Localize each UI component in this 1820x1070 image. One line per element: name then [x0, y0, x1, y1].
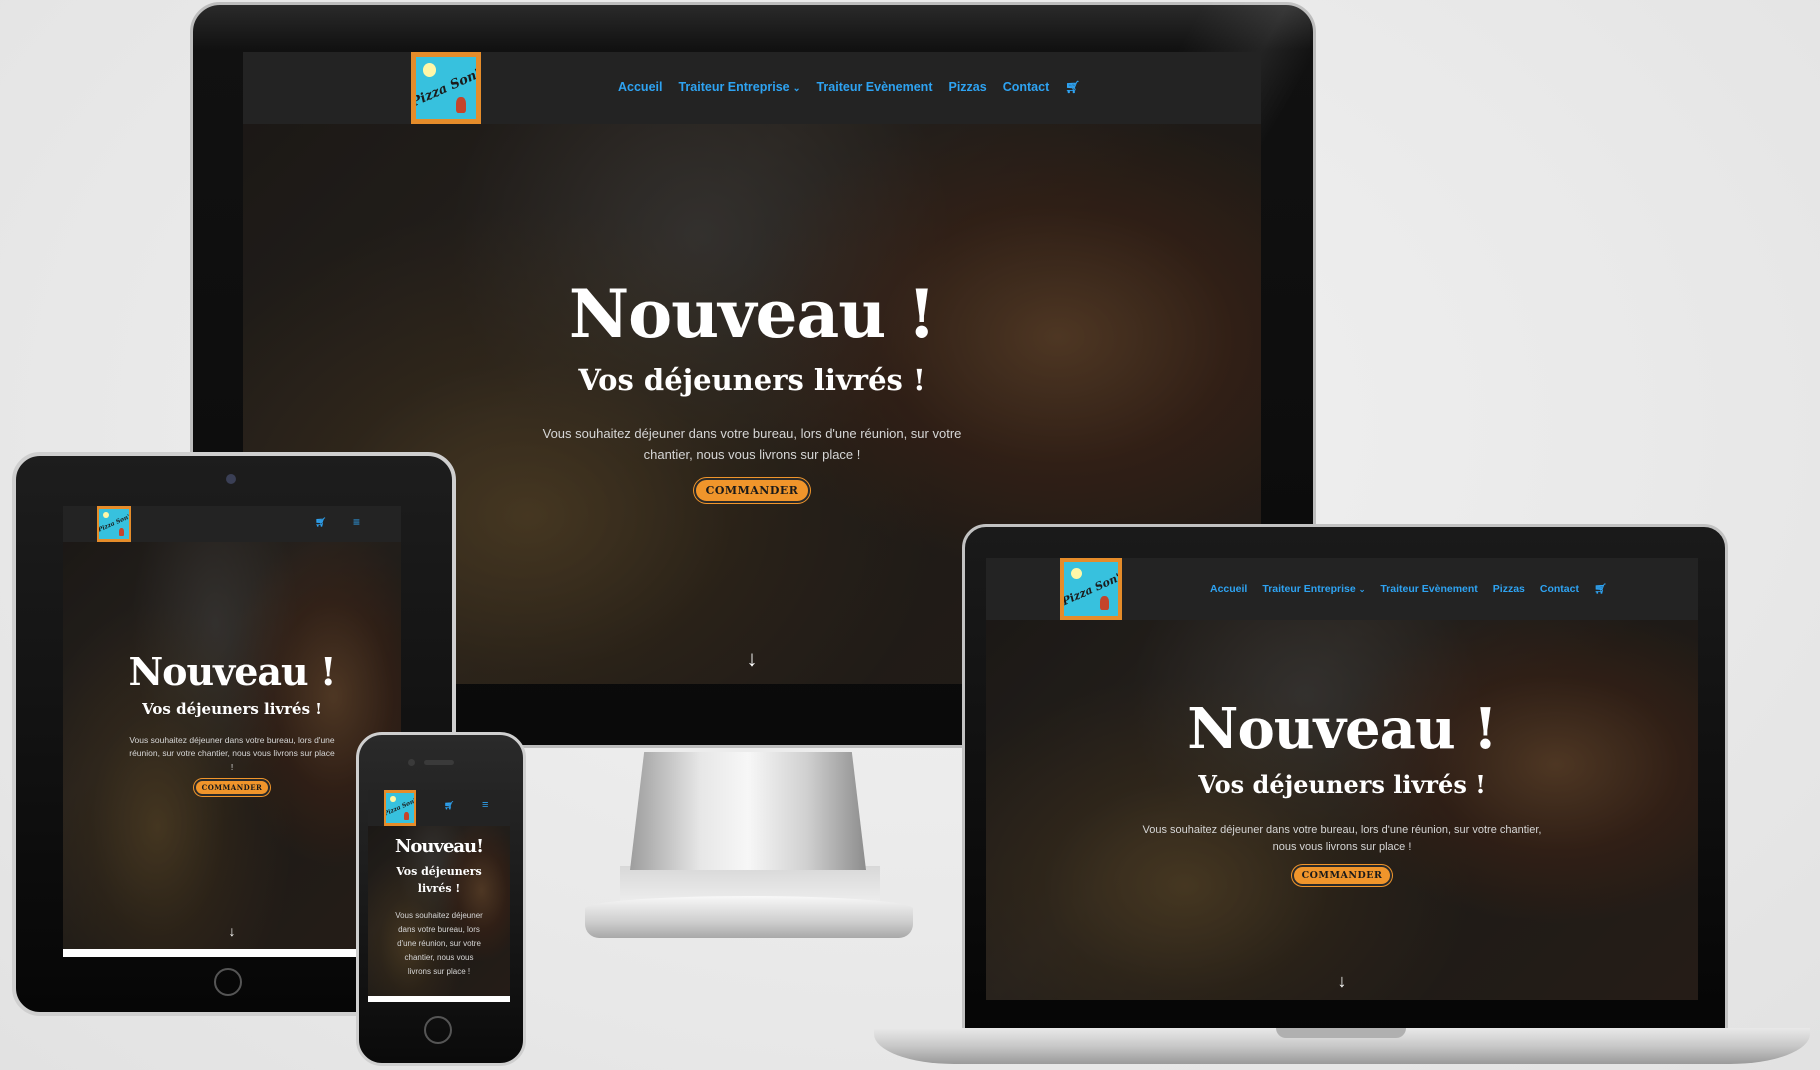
- cart-icon[interactable]: 🛒︎: [1594, 584, 1607, 595]
- nav-accueil[interactable]: Accueil: [1210, 583, 1247, 595]
- hero-text: Vous souhaitez déjeuner dans votre burea…: [542, 426, 962, 462]
- hero-subtitle: Vos déjeuners livrés !: [578, 363, 926, 398]
- phone-camera: [408, 759, 415, 766]
- phone-logo[interactable]: Pizza Son': [384, 790, 416, 826]
- hero-subtitle: Vos déjeuners livrés !: [1198, 769, 1486, 799]
- phone-hero: Nouveau! Vos déjeuners livrés ! Vous sou…: [368, 826, 510, 996]
- hero-title: Nouveau !: [128, 649, 336, 694]
- tablet-hero: Nouveau ! Vos déjeuners livrés ! Vous so…: [63, 542, 401, 949]
- desktop-menu: Accueil Traiteur Entreprise ⌄ Traiteur Ev…: [618, 80, 1080, 94]
- hamburger-menu-icon[interactable]: ≡: [482, 799, 488, 811]
- phone-home-button: [424, 1016, 452, 1044]
- nav-contact[interactable]: Contact: [1003, 80, 1050, 94]
- laptop-logo[interactable]: Pizza Son': [1060, 558, 1122, 620]
- scroll-down-arrow-icon[interactable]: ↓: [63, 923, 401, 939]
- hero-subtitle: Vos déjeuners livrés !: [142, 699, 322, 718]
- tablet-logo[interactable]: Pizza Son': [97, 506, 131, 542]
- cart-icon[interactable]: 🛒︎: [1065, 80, 1080, 94]
- tablet-screen: Pizza Son' 🛒︎ ≡ Nouveau ! Vos déjeuners …: [63, 506, 401, 957]
- laptop-notch: [1276, 1028, 1406, 1038]
- commander-button[interactable]: COMMANDER: [693, 477, 811, 503]
- phone-screen: Pizza Son' 🛒︎ ≡ Nouveau! Vos déjeuners l…: [368, 790, 510, 1002]
- laptop-hero: Nouveau ! Vos déjeuners livrés ! Vous so…: [986, 620, 1698, 1000]
- tablet-home-button: [214, 968, 242, 996]
- phone-navbar: Pizza Son' 🛒︎ ≡: [368, 790, 510, 826]
- hero-title: Nouveau !: [1187, 696, 1498, 762]
- phone-bottom-bar: [368, 996, 510, 1002]
- cart-icon[interactable]: 🛒︎: [444, 801, 454, 810]
- monitor-stand-base: [585, 896, 913, 938]
- nav-traiteur-evenement[interactable]: Traiteur Evènement: [1380, 583, 1477, 595]
- hero-text: Vous souhaitez déjeuner dans votre burea…: [1142, 823, 1542, 854]
- desktop-logo[interactable]: Pizza Son': [411, 52, 481, 124]
- nav-pizzas[interactable]: Pizzas: [948, 80, 986, 94]
- tablet-navbar: Pizza Son' 🛒︎ ≡: [63, 506, 401, 542]
- laptop-screen: Pizza Son' Accueil Traiteur Entreprise ⌄ …: [986, 558, 1698, 1000]
- nav-accueil[interactable]: Accueil: [618, 80, 662, 94]
- laptop-menu: Accueil Traiteur Entreprise ⌄ Traiteur Ev…: [1210, 583, 1607, 595]
- laptop-navbar: Pizza Son' Accueil Traiteur Entreprise ⌄ …: [986, 558, 1698, 620]
- nav-traiteur-entreprise[interactable]: Traiteur Entreprise ⌄: [678, 80, 800, 94]
- nav-traiteur-evenement[interactable]: Traiteur Evènement: [816, 80, 932, 94]
- hamburger-menu-icon[interactable]: ≡: [353, 515, 360, 529]
- hero-text: Vous souhaitez déjeuner dans votre burea…: [395, 910, 483, 976]
- chevron-down-icon: ⌄: [1358, 585, 1366, 594]
- hero-text: Vous souhaitez déjeuner dans votre burea…: [129, 734, 335, 773]
- tablet-camera: [226, 474, 236, 484]
- cart-icon[interactable]: 🛒︎: [315, 517, 326, 528]
- desktop-navbar: Pizza Son' Accueil Traiteur Entreprise ⌄ …: [243, 52, 1261, 124]
- hero-title: Nouveau!: [394, 836, 484, 857]
- hero-title: Nouveau !: [568, 275, 936, 353]
- scroll-down-arrow-icon[interactable]: ↓: [986, 971, 1698, 992]
- nav-traiteur-entreprise[interactable]: Traiteur Entreprise ⌄: [1262, 583, 1365, 595]
- nav-pizzas[interactable]: Pizzas: [1493, 583, 1525, 595]
- phone-speaker: [424, 760, 454, 765]
- chevron-down-icon: ⌄: [792, 83, 801, 93]
- hero-subtitle: Vos déjeuners livrés !: [396, 864, 482, 895]
- commander-button[interactable]: COMMANDER: [1291, 864, 1393, 886]
- monitor-stand: [630, 752, 866, 870]
- commander-button[interactable]: COMMANDER: [193, 778, 271, 796]
- nav-contact[interactable]: Contact: [1540, 583, 1579, 595]
- tablet-bottom-bar: [63, 949, 401, 957]
